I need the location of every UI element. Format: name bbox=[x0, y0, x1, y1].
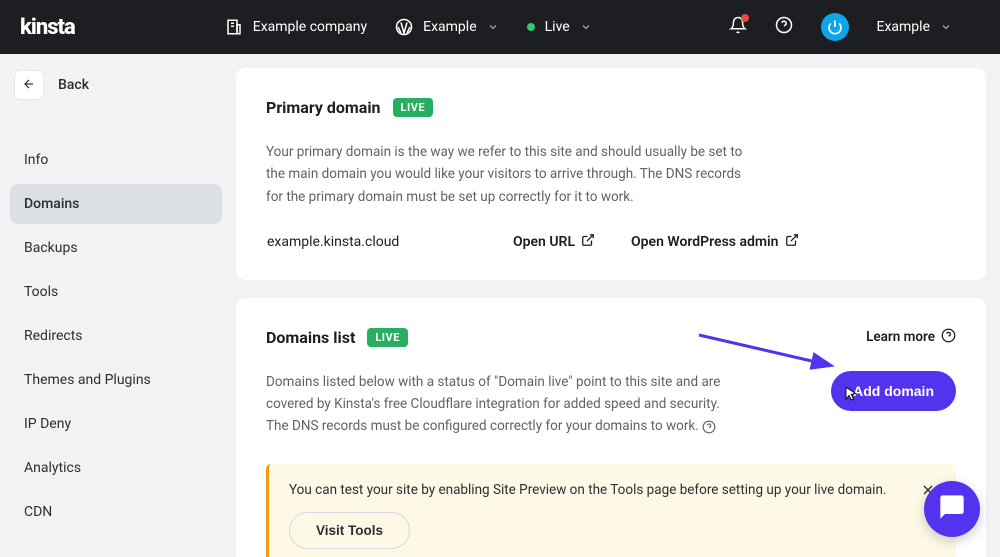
info-banner: You can test your site by enabling Site … bbox=[266, 464, 956, 557]
power-button[interactable] bbox=[821, 13, 849, 41]
sidebar-item-info[interactable]: Info bbox=[10, 140, 222, 180]
card-description: Your primary domain is the way we refer … bbox=[266, 141, 746, 208]
banner-text: You can test your site by enabling Site … bbox=[289, 482, 886, 498]
logo: kinsta bbox=[20, 15, 75, 40]
company-name: Example company bbox=[253, 19, 367, 35]
help-icon[interactable] bbox=[702, 420, 716, 434]
sidebar-item-themes-plugins[interactable]: Themes and Plugins bbox=[10, 360, 222, 400]
chat-widget-button[interactable] bbox=[924, 481, 980, 537]
chat-icon bbox=[938, 493, 966, 525]
notification-badge bbox=[741, 14, 749, 22]
content-area: Primary domain LIVE Your primary domain … bbox=[232, 54, 1000, 557]
primary-domain-card: Primary domain LIVE Your primary domain … bbox=[236, 68, 986, 280]
user-name: Example bbox=[877, 19, 930, 35]
card-description: Domains listed below with a status of "D… bbox=[266, 371, 726, 438]
open-url-link[interactable]: Open URL bbox=[513, 233, 595, 251]
chevron-down-icon bbox=[487, 21, 499, 33]
help-button[interactable] bbox=[775, 16, 793, 38]
wordpress-icon bbox=[395, 18, 413, 36]
sidebar-item-ip-deny[interactable]: IP Deny bbox=[10, 404, 222, 444]
domain-name: example.kinsta.cloud bbox=[267, 234, 477, 250]
site-name: Example bbox=[423, 19, 476, 35]
card-title: Domains list bbox=[266, 328, 355, 347]
building-icon bbox=[225, 18, 243, 36]
external-link-icon bbox=[581, 233, 595, 251]
environment-selector[interactable]: Live bbox=[527, 19, 592, 35]
sidebar-item-cdn[interactable]: CDN bbox=[10, 492, 222, 532]
live-badge: LIVE bbox=[393, 98, 434, 117]
back-row: Back bbox=[10, 70, 222, 100]
open-url-label: Open URL bbox=[513, 234, 575, 250]
user-menu[interactable]: Example bbox=[877, 19, 952, 35]
chevron-down-icon bbox=[940, 21, 952, 33]
card-header-row: Domains list LIVE Learn more bbox=[266, 328, 956, 347]
topbar: kinsta Example company Example Live bbox=[0, 0, 1000, 54]
sidebar-item-redirects[interactable]: Redirects bbox=[10, 316, 222, 356]
sidebar: Back Info Domains Backups Tools Redirect… bbox=[0, 54, 232, 557]
arrow-left-icon bbox=[22, 76, 36, 95]
card-header: Domains list LIVE bbox=[266, 328, 408, 347]
power-icon bbox=[821, 13, 849, 41]
list-desc-row: Domains listed below with a status of "D… bbox=[266, 371, 956, 438]
card-header: Primary domain LIVE bbox=[266, 98, 956, 117]
sidebar-item-domains[interactable]: Domains bbox=[10, 184, 222, 224]
live-badge: LIVE bbox=[367, 328, 408, 347]
learn-more-label: Learn more bbox=[866, 329, 935, 345]
visit-tools-button[interactable]: Visit Tools bbox=[289, 512, 410, 549]
open-wp-label: Open WordPress admin bbox=[631, 234, 778, 250]
environment-label: Live bbox=[545, 19, 570, 35]
company-selector[interactable]: Example company bbox=[225, 18, 367, 36]
help-icon bbox=[941, 328, 956, 347]
banner-body: You can test your site by enabling Site … bbox=[289, 482, 886, 549]
sidebar-item-analytics[interactable]: Analytics bbox=[10, 448, 222, 488]
chevron-down-icon bbox=[580, 21, 592, 33]
back-button[interactable] bbox=[14, 70, 44, 100]
domains-list-card: Domains list LIVE Learn more Domains lis… bbox=[236, 298, 986, 557]
card-title: Primary domain bbox=[266, 98, 381, 117]
back-label: Back bbox=[58, 77, 89, 93]
site-selector[interactable]: Example bbox=[395, 18, 498, 36]
primary-domain-row: example.kinsta.cloud Open URL Open WordP… bbox=[266, 232, 956, 252]
status-dot-icon bbox=[527, 23, 535, 31]
sidebar-item-backups[interactable]: Backups bbox=[10, 228, 222, 268]
main-layout: Back Info Domains Backups Tools Redirect… bbox=[0, 54, 1000, 557]
open-wp-admin-link[interactable]: Open WordPress admin bbox=[631, 233, 798, 251]
learn-more-link[interactable]: Learn more bbox=[866, 328, 956, 347]
add-domain-button[interactable]: Add domain bbox=[831, 371, 956, 411]
notifications-button[interactable] bbox=[729, 16, 747, 38]
external-link-icon bbox=[785, 233, 799, 251]
sidebar-item-tools[interactable]: Tools bbox=[10, 272, 222, 312]
help-icon bbox=[775, 16, 793, 38]
